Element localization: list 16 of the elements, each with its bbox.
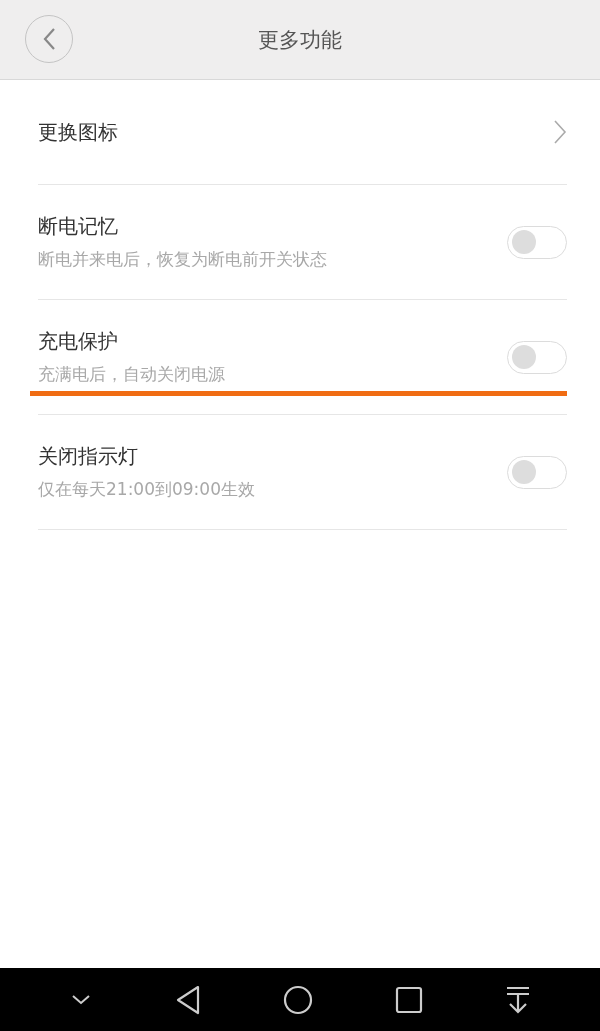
screen-title: 更多功能: [258, 26, 342, 54]
back-icon: [42, 27, 56, 51]
toggle-switch[interactable]: [507, 455, 567, 489]
toggle-switch[interactable]: [507, 340, 567, 374]
setting-title: 更换图标: [38, 118, 119, 146]
toggle-switch[interactable]: [507, 225, 567, 259]
setting-title: 断电记忆: [38, 213, 119, 240]
home-circle-icon[interactable]: [283, 984, 313, 1015]
setting-description: 仅在每天21:00到09:00生效: [38, 478, 256, 501]
pull-down-icon[interactable]: [505, 984, 531, 1015]
setting-description: 充满电后，自动关闭电源: [38, 363, 226, 386]
setting-title: 关闭指示灯: [38, 443, 139, 470]
recents-square-icon[interactable]: [395, 985, 423, 1014]
back-triangle-icon[interactable]: [175, 984, 201, 1015]
setting-description: 断电并来电后，恢复为断电前开关状态: [38, 248, 328, 271]
setting-title: 充电保护: [38, 328, 119, 355]
